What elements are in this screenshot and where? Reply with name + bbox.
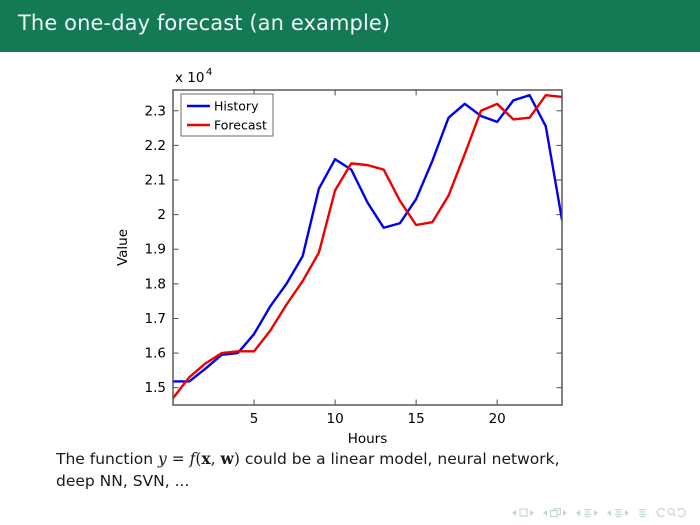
caption-math-comma: , xyxy=(210,450,221,468)
nav-group-slide[interactable] xyxy=(512,508,534,517)
y-tick-label: 2.2 xyxy=(145,138,166,154)
nav-group-subsection[interactable] xyxy=(576,508,598,518)
nav-search-handle-icon xyxy=(672,513,676,517)
nav-frame-stack-icon[interactable] xyxy=(549,507,561,518)
y-tick-label: 1.5 xyxy=(145,380,166,396)
nav-subsection-prev-icon[interactable] xyxy=(576,509,580,516)
nav-group-section[interactable] xyxy=(607,508,629,518)
page-title: The one-day forecast (an example) xyxy=(18,11,391,35)
nav-slide-prev-icon[interactable] xyxy=(512,509,516,516)
y-tick-label: 2.3 xyxy=(145,103,166,119)
y-axis-multiplier: x 10 4 xyxy=(175,67,212,86)
nav-section-lines-icon[interactable] xyxy=(614,508,623,518)
y-axis-label: Value xyxy=(115,229,131,266)
caption-math-bold-x: x xyxy=(201,449,211,468)
nav-back-search-forward-icons[interactable] xyxy=(656,507,686,518)
y-axis-multiplier-base: x 10 xyxy=(175,70,204,86)
nav-slide-next-icon[interactable] xyxy=(530,509,534,516)
chart-legend: History Forecast xyxy=(180,93,274,137)
plot-background xyxy=(173,90,562,405)
nav-section-next-icon[interactable] xyxy=(625,509,629,516)
caption-text-pre: The function xyxy=(56,450,158,468)
forecast-line-chart: 1.5 1.6 1.7 1.8 1.9 2 2.1 2.2 2.3 5 10 15 20 x 10 4 Hou… xyxy=(115,67,563,446)
nav-group-document[interactable] xyxy=(638,508,647,518)
caption-line-2: deep NN, SVN, ... xyxy=(56,472,190,491)
y-tick-label: 1.8 xyxy=(145,276,166,292)
nav-subsection-lines-icon[interactable] xyxy=(583,508,592,518)
y-tick-label: 1.6 xyxy=(145,346,166,362)
caption-math-y: y xyxy=(158,450,167,468)
y-tick-label: 1.7 xyxy=(145,311,166,327)
legend-label-forecast: Forecast xyxy=(214,118,267,133)
y-tick-label: 2.1 xyxy=(145,173,166,189)
x-axis-label: Hours xyxy=(348,431,388,446)
nav-frame-next-icon[interactable] xyxy=(563,509,567,516)
y-axis-multiplier-exponent: 4 xyxy=(206,67,212,78)
nav-search-lens-icon xyxy=(667,507,675,516)
forecast-chart-figure: 1.5 1.6 1.7 1.8 1.9 2 2.1 2.2 2.3 5 10 15 20 x 10 4 Hou… xyxy=(0,56,700,446)
nav-section-prev-icon[interactable] xyxy=(607,509,611,516)
x-tick-label: 5 xyxy=(250,411,259,427)
legend-label-history: History xyxy=(214,99,259,114)
nav-slide-square-icon[interactable] xyxy=(518,508,528,517)
slide-caption: The function y = f(x, w) could be a line… xyxy=(56,448,656,493)
y-tick-label: 1.9 xyxy=(145,242,166,258)
nav-subsection-next-icon[interactable] xyxy=(594,509,598,516)
beamer-navigation-bar[interactable] xyxy=(512,507,686,518)
nav-frame-prev-icon[interactable] xyxy=(543,509,547,516)
x-tick-label: 20 xyxy=(489,411,506,427)
caption-math-bold-w: w xyxy=(220,449,234,468)
caption-math-equals: = xyxy=(166,450,190,468)
slide-title-bar: The one-day forecast (an example) xyxy=(0,0,700,52)
nav-document-lines-icon[interactable] xyxy=(638,508,647,518)
nav-group-frame[interactable] xyxy=(543,507,567,518)
caption-text-post: could be a linear model, neural network, xyxy=(239,450,560,468)
y-tick-label: 2 xyxy=(157,207,166,223)
x-tick-label: 10 xyxy=(326,411,343,427)
x-tick-label: 15 xyxy=(408,411,425,427)
nav-group-history[interactable] xyxy=(656,507,686,518)
